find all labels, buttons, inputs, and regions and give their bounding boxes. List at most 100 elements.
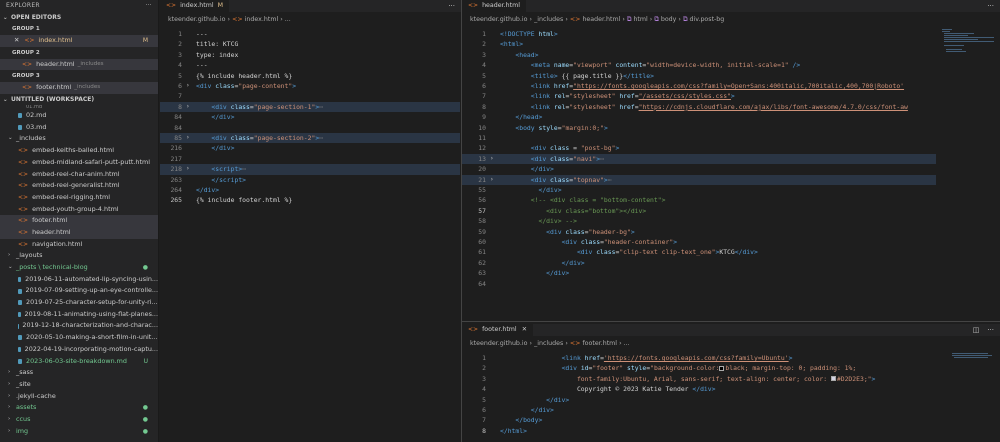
code-line[interactable]: 21 › <div class="topnav">⋯ xyxy=(462,174,936,185)
tree-item[interactable]: 03.md xyxy=(0,122,158,134)
code-line[interactable]: 8 </html> xyxy=(462,426,936,436)
tree-item[interactable]: 2023-06-03-site-breakdown.md U xyxy=(0,356,158,368)
code-line[interactable]: 216 </div> xyxy=(160,143,460,153)
minimap[interactable] xyxy=(938,351,1000,371)
tree-item[interactable]: <> embed-midland-safari-putt-putt.html xyxy=(0,157,158,169)
split-divider[interactable] xyxy=(462,321,1000,322)
tree-item[interactable]: <> embed-reel-generalist.html xyxy=(0,180,158,192)
editor-3-code[interactable]: 1 <link href='https://fonts.googleapis.c… xyxy=(462,351,936,442)
tree-item[interactable]: › ccus ● xyxy=(0,414,158,426)
code-line[interactable]: 3 type: index xyxy=(160,50,460,60)
code-line[interactable]: 1 <!DOCTYPE html> xyxy=(462,29,936,39)
code-line[interactable]: 263 </script> xyxy=(160,175,460,185)
editor-2-code[interactable]: 1 <!DOCTYPE html> 2 <html> 3 <head> 4 <meta n… xyxy=(462,27,936,320)
code-line[interactable]: 8 <link rel="stylesheet" href="https://c… xyxy=(462,102,936,112)
code-line[interactable]: 3 <head> xyxy=(462,50,936,60)
open-editor-footer[interactable]: <> footer.html _includes xyxy=(0,82,158,95)
fold-chevron-icon[interactable]: › xyxy=(490,154,494,164)
code-line[interactable]: 59 <div class="header-bg"> xyxy=(462,227,936,237)
code-line[interactable]: 8 › <div class="page-section-1">⋯ xyxy=(160,101,460,113)
tree-item[interactable]: 2019-06-11-automated-lip-syncing-usin... xyxy=(0,274,158,286)
code-line[interactable]: 2 title: KTCG xyxy=(160,39,460,49)
tree-item[interactable]: 2019-07-25-character-setup-for-unity-ri.… xyxy=(0,297,158,309)
code-line[interactable]: 1 <link href='https://fonts.googleapis.c… xyxy=(462,353,936,363)
code-line[interactable]: 11 xyxy=(462,133,936,143)
tree-item[interactable]: 2019-12-18-characterization-and-charac..… xyxy=(0,320,158,332)
code-line[interactable]: 57 <div class="bottom"></div> xyxy=(462,206,936,216)
code-line[interactable]: 20 </div> xyxy=(462,164,936,174)
tree-item[interactable]: <> navigation.html xyxy=(0,239,158,251)
code-line[interactable]: 6 </div> xyxy=(462,405,936,415)
tree-item[interactable]: <> embed-reel-rigging.html xyxy=(0,192,158,204)
more-actions-icon[interactable]: ··· xyxy=(448,0,455,12)
fold-chevron-icon[interactable]: › xyxy=(186,81,190,91)
tree-item[interactable]: ⌄ _includes xyxy=(0,133,158,145)
code-line[interactable]: 5 <title> {{ page.title }}</title> xyxy=(462,71,936,81)
fold-chevron-icon[interactable]: › xyxy=(186,133,190,143)
tree-item[interactable]: 2022-04-19-incorporating-motion-captu... xyxy=(0,344,158,356)
close-icon[interactable]: ✕ xyxy=(14,35,19,47)
code-line[interactable]: 7 </body> xyxy=(462,415,936,425)
tree-item[interactable]: <> embed-keiths-balled.html xyxy=(0,145,158,157)
tree-item[interactable]: <> embed-reel-char-anim.html xyxy=(0,169,158,181)
tab-footer-html[interactable]: <> footer.html ✕ xyxy=(462,324,534,336)
code-line[interactable]: 61 <div class="clip-text clip-text_one">… xyxy=(462,247,936,257)
code-line[interactable]: 84 </div> xyxy=(160,112,460,122)
code-line[interactable]: 7 <link rel="stylesheet" href="/assets/c… xyxy=(462,91,936,101)
code-line[interactable]: 10 <body style="margin:0;"> xyxy=(462,123,936,133)
tab-index-html[interactable]: <> index.html M xyxy=(160,0,231,12)
code-line[interactable]: 62 </div> xyxy=(462,258,936,268)
code-line[interactable]: 5 {% include header.html %} xyxy=(160,71,460,81)
tree-item[interactable]: › img ● xyxy=(0,426,158,438)
code-line[interactable]: 60 <div class="header-container"> xyxy=(462,237,936,247)
code-line[interactable]: 265 {% include footer.html %} xyxy=(160,195,460,205)
code-line[interactable]: 56 <!-- <div class = "bottom-content"> xyxy=(462,195,936,205)
workspace-header[interactable]: ⌄ UNTITLED (WORKSPACE) xyxy=(0,94,158,105)
tree-item[interactable]: › _layouts xyxy=(0,250,158,262)
code-line[interactable]: 55 </div> xyxy=(462,185,936,195)
tree-item[interactable]: › _site xyxy=(0,379,158,391)
code-line[interactable]: 4 Copyright © 2023 Katie Tender </div> xyxy=(462,384,936,394)
code-line[interactable]: 4 --- xyxy=(160,60,460,70)
open-editors-header[interactable]: ⌄ OPEN EDITORS xyxy=(0,12,158,23)
fold-chevron-icon[interactable]: › xyxy=(186,102,190,112)
tree-item[interactable]: <> footer.html xyxy=(0,215,158,227)
code-line[interactable]: 1 --- xyxy=(160,29,460,39)
tree-item[interactable]: ⌄ _posts \ technical-blog ● xyxy=(0,262,158,274)
more-actions-icon[interactable]: ··· xyxy=(987,0,994,12)
tree-item[interactable]: 2019-07-09-setting-up-an-eye-controlle..… xyxy=(0,285,158,297)
open-editor-index[interactable]: ✕ <> index.html M xyxy=(0,35,158,47)
tree-item[interactable]: › _sass xyxy=(0,367,158,379)
tree-item[interactable]: 02.md xyxy=(0,110,158,122)
code-line[interactable]: 85 › <div class="page-section-2">⋯ xyxy=(160,133,460,144)
code-line[interactable]: 3 font-family:Ubuntu, Arial, sans-serif;… xyxy=(462,374,936,384)
tree-item[interactable]: 2020-05-10-making-a-short-film-in-unit..… xyxy=(0,332,158,344)
minimap[interactable] xyxy=(938,27,1000,87)
code-line[interactable]: 4 <meta name="viewport" content="width=d… xyxy=(462,60,936,70)
code-line[interactable]: 9 </head> xyxy=(462,112,936,122)
code-line[interactable]: 2 <div id="footer" style="background-col… xyxy=(462,363,936,373)
code-line[interactable]: 63 </div> xyxy=(462,268,936,278)
tree-item[interactable]: <> header.html xyxy=(0,226,158,239)
code-line[interactable]: 2 <html> xyxy=(462,39,936,49)
code-line[interactable]: 6 › <div class="page-content"> xyxy=(160,81,460,91)
code-line[interactable]: 5 </div> xyxy=(462,395,936,405)
code-line[interactable]: 7 xyxy=(160,91,460,101)
tab-header-html[interactable]: <> header.html xyxy=(462,0,528,12)
open-editor-header[interactable]: <> header.html _includes xyxy=(0,58,158,71)
code-line[interactable]: 218 › <script>⋯ xyxy=(160,164,460,175)
tree-item[interactable]: › .jekyll-cache xyxy=(0,391,158,403)
code-line[interactable]: 217 xyxy=(160,154,460,164)
code-line[interactable]: 6 <link href="https://fonts.googleapis.c… xyxy=(462,81,936,91)
code-line[interactable]: 12 <div class = "post-bg"> xyxy=(462,143,936,153)
close-icon[interactable]: ✕ xyxy=(522,324,527,336)
tree-item[interactable]: <> embed-youth-group-4.html xyxy=(0,204,158,216)
tree-item[interactable]: 2019-08-11-animating-using-flat-planes..… xyxy=(0,309,158,321)
split-editor-icon[interactable]: ◫ xyxy=(973,324,980,336)
editor-1-code[interactable]: 1 --- 2 title: KTCG 3 type: index 4 --- 5 {% incl… xyxy=(160,27,460,442)
code-line[interactable]: 84 xyxy=(160,123,460,133)
tree-item[interactable]: › assets ● xyxy=(0,402,158,414)
code-line[interactable]: 13 › <div class="navi">⋯ xyxy=(462,153,936,165)
fold-chevron-icon[interactable]: › xyxy=(186,164,190,174)
more-actions-icon[interactable]: ··· xyxy=(145,0,152,12)
